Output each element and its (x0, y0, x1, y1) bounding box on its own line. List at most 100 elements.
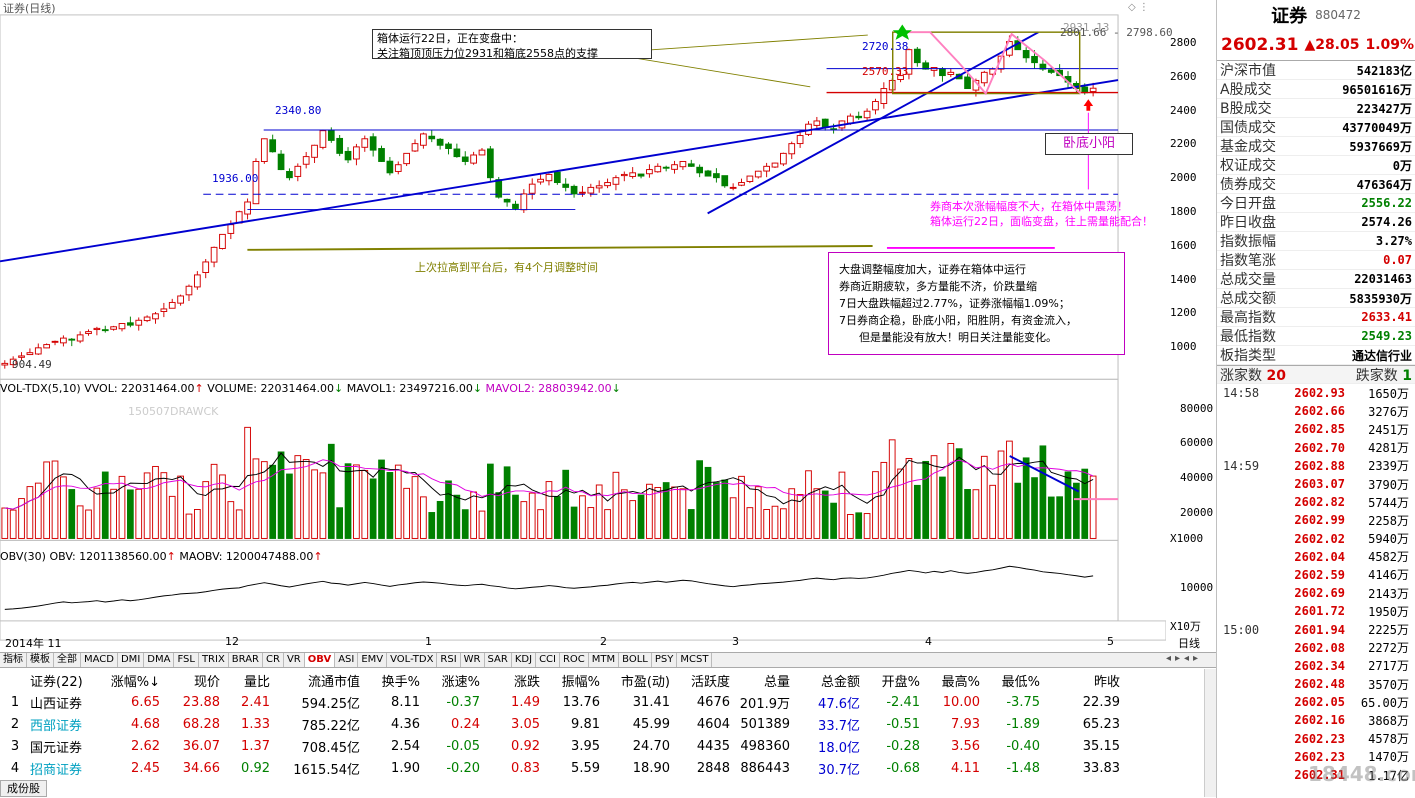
tab-trix[interactable]: TRIX (199, 653, 229, 667)
tab-cci[interactable]: CCI (536, 653, 560, 667)
column-header[interactable]: 量比 (220, 671, 270, 690)
candle-body (26, 352, 34, 356)
tab-boll[interactable]: BOLL (619, 653, 652, 667)
table-cell: 8.11 (391, 694, 420, 710)
column-header[interactable]: 涨速% (420, 671, 480, 690)
table-cell: 501389 (740, 716, 790, 732)
tick-price: 2602.88 (1294, 458, 1345, 473)
column-header[interactable]: 总量 (730, 671, 790, 690)
candle-body (110, 326, 117, 330)
volume-axis-tick: 80000 (1180, 402, 1214, 415)
column-header[interactable]: 总金额 (790, 671, 860, 690)
tab-scroll-buttons[interactable]: ◂▸◂▸ (1166, 653, 1202, 664)
tick-price: 2602.34 (1294, 658, 1345, 673)
candle-body (378, 148, 385, 162)
volume-bar (177, 475, 184, 539)
candle-body (403, 152, 410, 165)
candle-body (478, 149, 486, 156)
candle-body (369, 136, 377, 151)
tick-volume: 3790万 (1368, 477, 1409, 492)
volume-bar (763, 509, 770, 539)
vol-indicator-name[interactable]: VOL-TDX(5,10) (0, 382, 81, 395)
tab-roc[interactable]: ROC (560, 653, 589, 667)
candle-body (863, 110, 871, 119)
volume-bar (696, 460, 704, 539)
table-cell: -0.28 (886, 738, 920, 754)
tab-obv[interactable]: OBV (304, 653, 336, 667)
stat-row: 今日开盘 2556.22 (1217, 194, 1415, 213)
column-header[interactable]: 最低% (980, 671, 1040, 690)
table-cell: 2 (10, 716, 20, 732)
volume-axis-tick: 20000 (1180, 506, 1214, 519)
column-header[interactable]: 现价 (160, 671, 220, 690)
stat-value: 0.07 (1383, 253, 1412, 267)
column-header[interactable]: 活跃度 (670, 671, 730, 690)
table-cell: 3.56 (951, 738, 980, 754)
obv-indicator-name[interactable]: OBV(30) (0, 550, 46, 563)
tab-sar[interactable]: SAR (485, 653, 512, 667)
column-header[interactable]: 最高% (920, 671, 980, 690)
tab-mcst[interactable]: MCST (677, 653, 713, 667)
candle-body (872, 101, 879, 111)
column-header[interactable]: 涨跌 (480, 671, 540, 690)
tab-kdj[interactable]: KDJ (512, 653, 537, 667)
table-row[interactable]: 2 西部证券 4.68 68.28 1.33 785.22亿 4.36 0.24 3.05 9.8… (0, 713, 1204, 735)
stat-label: 债券成交 (1220, 177, 1276, 193)
tab-dma[interactable]: DMA (144, 653, 175, 667)
tab-wr[interactable]: WR (461, 653, 485, 667)
column-header[interactable]: 涨幅%↓ (110, 671, 160, 690)
candle-body (771, 162, 779, 168)
volume-bar (955, 448, 963, 539)
candle-body (1031, 55, 1038, 64)
tab-emv[interactable]: EMV (358, 653, 388, 667)
column-header[interactable]: 证券(22) (30, 671, 110, 690)
candle-body (336, 137, 344, 154)
volume-bar (394, 464, 402, 539)
table-row[interactable]: 1 山西证券 6.65 23.88 2.41 594.25亿 8.11 -0.37 1.49 13… (0, 691, 1204, 713)
tab-macd[interactable]: MACD (81, 653, 118, 667)
volume-bar (361, 469, 369, 539)
table-row[interactable]: 3 国元证券 2.62 36.07 1.37 708.45亿 2.54 -0.05 0.92 3.… (0, 735, 1204, 757)
tab-指标[interactable]: 指标 (0, 653, 27, 667)
date-axis-label: 2 (600, 635, 607, 648)
tick-volume: 5744万 (1368, 495, 1409, 510)
stat-row: 板指类型 通达信行业 (1217, 346, 1415, 365)
table-scrollbar[interactable] (1204, 669, 1216, 797)
stat-label: 昨日收盘 (1220, 215, 1276, 231)
table-row[interactable]: 4 招商证券 2.45 34.66 0.92 1615.54亿 1.90 -0.20 0.83 5… (0, 757, 1204, 779)
table-cell: -0.37 (446, 694, 480, 710)
column-header[interactable]: 昨收 (1040, 671, 1120, 690)
tab-rsi[interactable]: RSI (437, 653, 461, 667)
tab-mtm[interactable]: MTM (589, 653, 620, 667)
volume-bar (1022, 457, 1030, 539)
column-header[interactable]: 流通市值 (270, 671, 360, 690)
volume-bar (612, 471, 620, 539)
tab-asi[interactable]: ASI (335, 653, 359, 667)
volume-bar (319, 472, 327, 539)
up-count-label: 涨家数 (1220, 367, 1262, 384)
candle-body (160, 308, 168, 313)
bottom-tab-constituents[interactable]: 成份股 (0, 780, 47, 797)
stat-row: 债券成交 476364万 (1217, 175, 1415, 194)
column-header[interactable]: 市盈(动) (600, 671, 670, 690)
column-header[interactable]: 振幅% (540, 671, 600, 690)
tab-vol-tdx[interactable]: VOL-TDX (387, 653, 438, 667)
table-cell: 3.05 (511, 716, 540, 732)
tab-全部[interactable]: 全部 (54, 653, 81, 667)
table-cell: 4 (10, 760, 20, 776)
tab-fsl[interactable]: FSL (174, 653, 199, 667)
tab-vr[interactable]: VR (284, 653, 305, 667)
volume-bar (420, 496, 427, 539)
tab-psy[interactable]: PSY (652, 653, 678, 667)
tab-dmi[interactable]: DMI (118, 653, 145, 667)
tab-brar[interactable]: BRAR (229, 653, 263, 667)
stat-row: 权证成交 0万 (1217, 156, 1415, 175)
table-cell: 18.90 (632, 760, 670, 776)
column-header[interactable]: 开盘% (860, 671, 920, 690)
tab-模板[interactable]: 模板 (27, 653, 54, 667)
stat-label: B股成交 (1220, 101, 1272, 117)
table-cell: 0.24 (451, 716, 480, 732)
maobv-value: MAOBV: 1200047488.00 (179, 550, 314, 563)
column-header[interactable]: 换手% (360, 671, 420, 690)
tab-cr[interactable]: CR (263, 653, 284, 667)
